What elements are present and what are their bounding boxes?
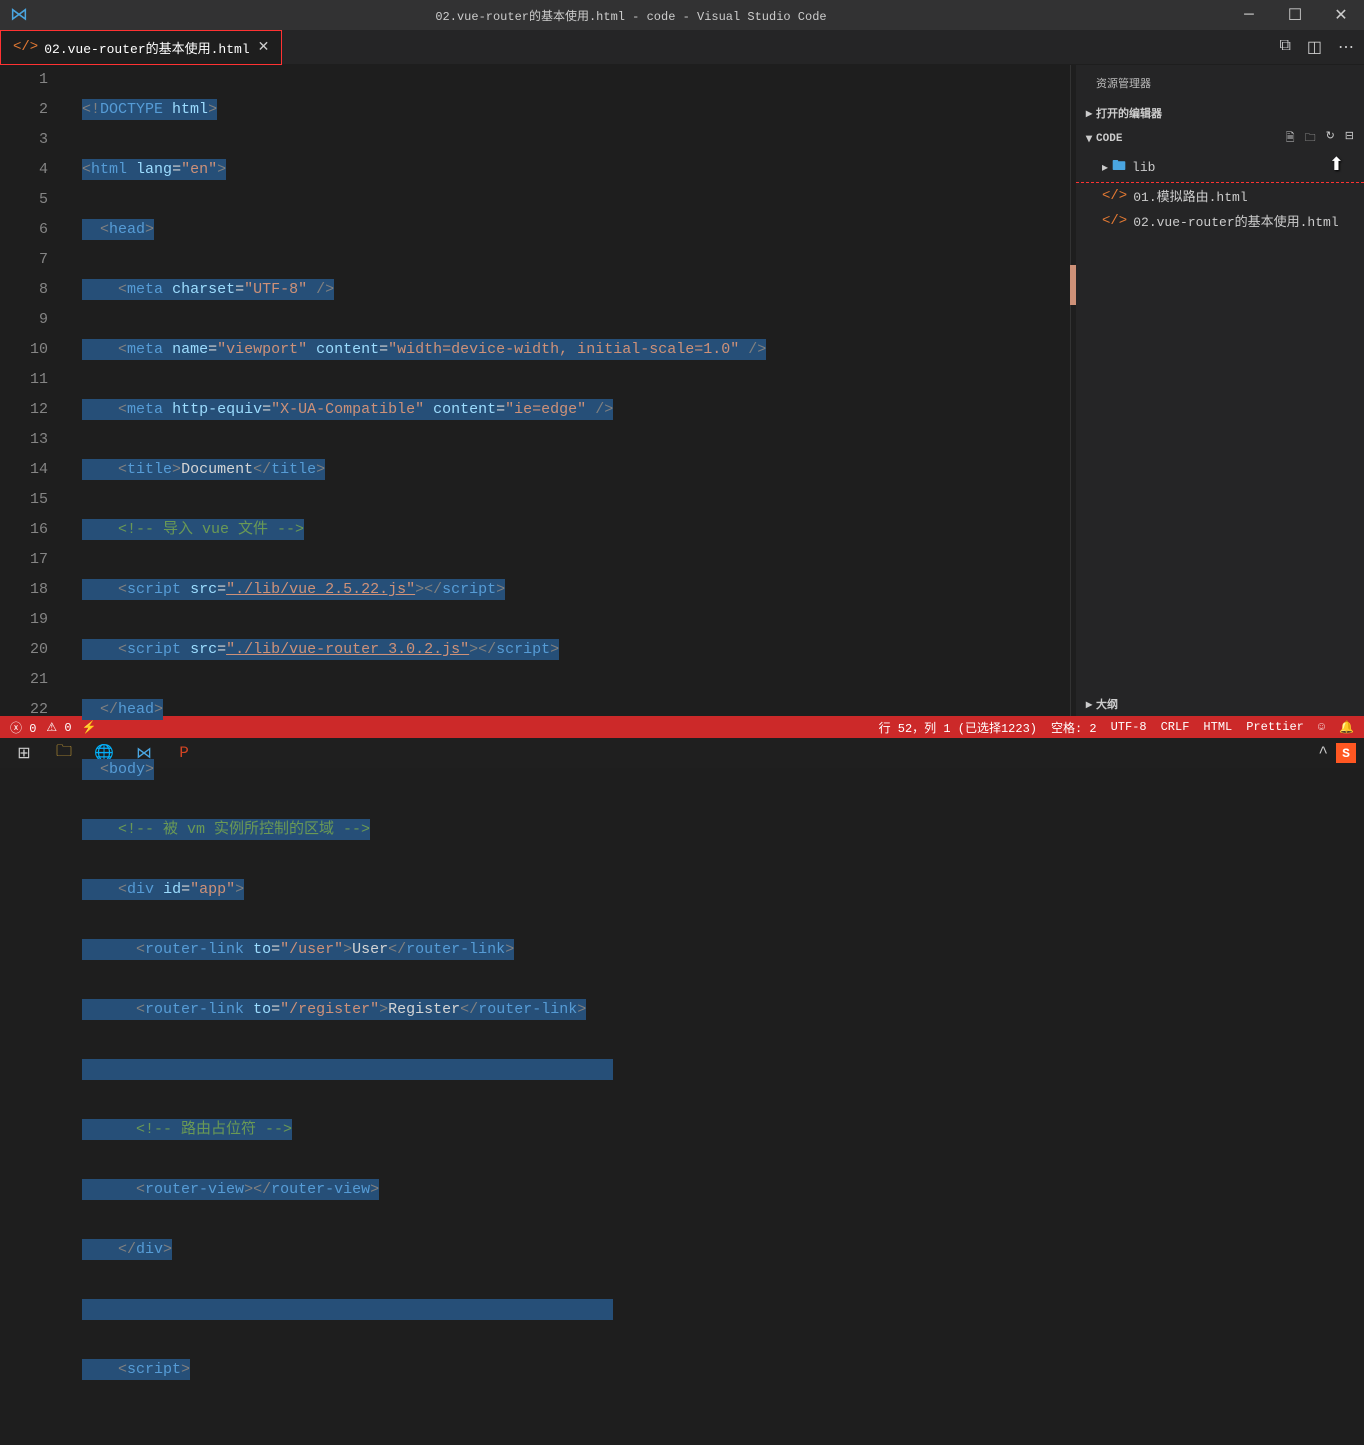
chevron-right-icon: ▸ [1102, 160, 1108, 175]
chevron-down-icon: ▾ [1086, 131, 1092, 146]
folder-item-lib[interactable]: ▸ 🖿 lib ⬆ [1076, 152, 1364, 182]
file-item-01[interactable]: </> 01.模拟路由.html [1076, 183, 1364, 208]
collapse-icon[interactable]: ⊟ [1345, 129, 1354, 148]
explorer-sidebar: 资源管理器 ▸ 打开的编辑器 ▾ CODE 🗎 🗀 ↻ ⊟ ▸ 🖿 lib ⬆ … [1076, 65, 1364, 716]
tab-close-icon[interactable]: ✕ [258, 39, 270, 56]
html-file-icon: </> [13, 39, 38, 55]
code-editor[interactable]: 1 2 3 4 5 6 7 8 9 10 11 12 13 14 15 16 1… [0, 65, 1076, 716]
vscode-logo-icon: ⋈ [10, 4, 28, 26]
code-folder-section[interactable]: ▾ CODE 🗎 🗀 ↻ ⊟ [1076, 125, 1364, 152]
prettier[interactable]: Prettier [1246, 720, 1304, 734]
encoding[interactable]: UTF-8 [1111, 720, 1147, 734]
tab-active[interactable]: </> 02.vue-router的基本使用.html ✕ [0, 30, 282, 65]
maximize-button[interactable]: ☐ [1272, 0, 1318, 30]
folder-icon: 🖿 [1112, 155, 1126, 179]
cursor-icon: ⬆ [1329, 154, 1344, 176]
chevron-right-icon: ▸ [1086, 106, 1092, 121]
chevron-right-icon: ▸ [1086, 697, 1092, 712]
feedback-icon[interactable]: ☺ [1318, 720, 1325, 734]
minimize-button[interactable]: ─ [1226, 0, 1272, 30]
file-item-02[interactable]: </> 02.vue-router的基本使用.html [1076, 208, 1364, 233]
code-content[interactable]: <!DOCTYPE html> <html lang="en"> <head> … [68, 65, 1070, 716]
sidebar-title: 资源管理器 [1076, 65, 1364, 101]
open-editors-section[interactable]: ▸ 打开的编辑器 [1076, 101, 1364, 125]
refresh-icon[interactable]: ↻ [1326, 129, 1335, 148]
html-file-icon: </> [1102, 213, 1127, 229]
tray-app-icon[interactable]: S [1336, 743, 1356, 763]
split-editor-icon[interactable]: ◫ [1307, 37, 1322, 57]
start-button[interactable]: ⊞ [4, 738, 44, 768]
titlebar: ⋈ 02.vue-router的基本使用.html - code - Visua… [0, 0, 1364, 30]
language-mode[interactable]: HTML [1203, 720, 1232, 734]
new-folder-icon[interactable]: 🗀 [1305, 129, 1316, 148]
new-file-icon[interactable]: 🗎 [1286, 129, 1295, 148]
compare-icon[interactable]: ⧉ [1279, 37, 1290, 57]
window-title: 02.vue-router的基本使用.html - code - Visual … [435, 7, 826, 24]
more-icon[interactable]: ⋯ [1338, 37, 1354, 57]
notifications-icon[interactable]: 🔔 [1339, 720, 1354, 735]
tab-bar: </> 02.vue-router的基本使用.html ✕ ⧉ ◫ ⋯ [0, 30, 1364, 65]
close-button[interactable]: ✕ [1318, 0, 1364, 30]
outline-section[interactable]: ▸ 大纲 [1076, 692, 1364, 716]
tab-label: 02.vue-router的基本使用.html [44, 38, 249, 57]
line-numbers: 1 2 3 4 5 6 7 8 9 10 11 12 13 14 15 16 1… [0, 65, 68, 716]
eol[interactable]: CRLF [1161, 720, 1190, 734]
html-file-icon: </> [1102, 188, 1127, 204]
tray-chevron-icon[interactable]: ^ [1318, 744, 1328, 762]
